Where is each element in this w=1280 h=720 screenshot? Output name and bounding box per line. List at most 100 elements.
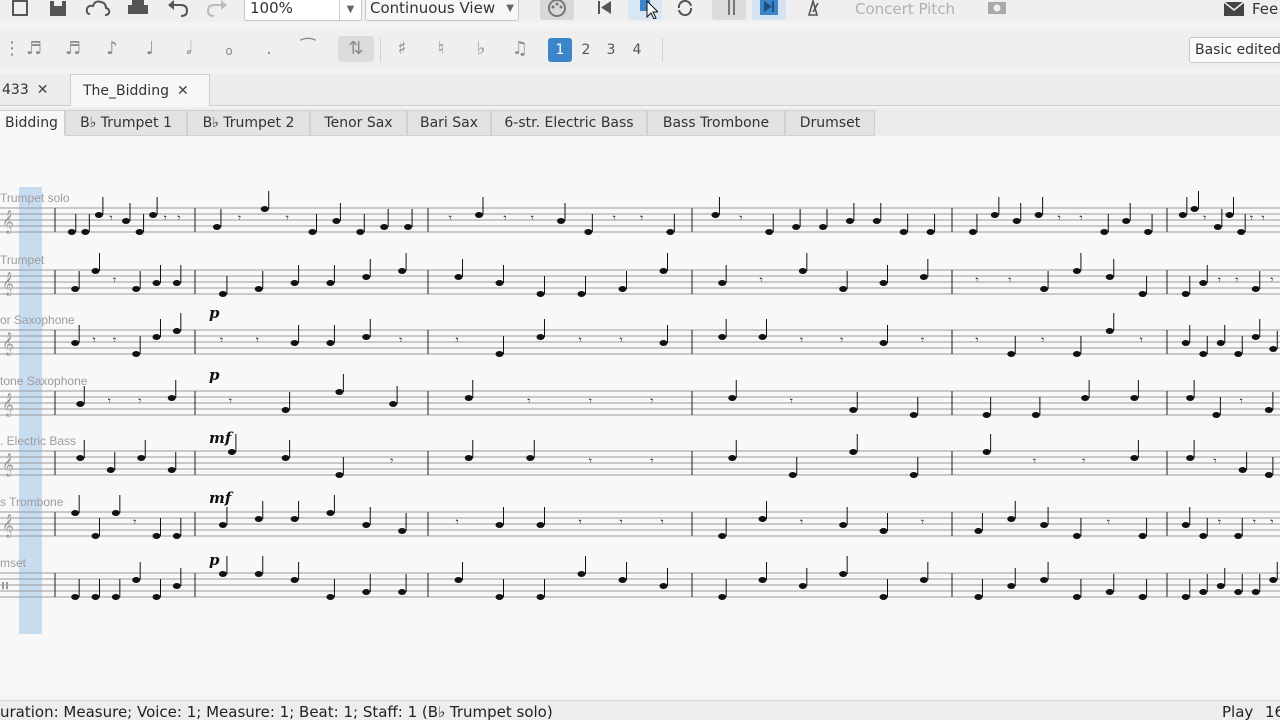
note-head — [1007, 583, 1016, 589]
rest: 𝄾 — [840, 333, 843, 347]
rest: 𝄾 — [1250, 211, 1253, 225]
undo-icon[interactable] — [166, 0, 190, 18]
rest: 𝄾 — [579, 515, 582, 529]
tab-part-score[interactable]: Bidding — [0, 110, 65, 136]
rest: 𝄾 — [800, 333, 803, 347]
loop-out-button[interactable] — [752, 0, 786, 20]
whole-note-icon[interactable]: o — [217, 44, 241, 58]
tab-part-electric-bass[interactable]: 6-str. Electric Bass — [491, 110, 647, 136]
score-canvas[interactable]: 𝄞 Trumpet solo 𝄾 𝄾 𝄾 𝄾 𝄾 𝄾 𝄾 𝄾 𝄾 𝄾 𝄾 𝄾 𝄾 𝄾 𝄾 𝄾 𝄞 Trumpet 𝄾 𝄾 𝄾… — [0, 137, 1280, 696]
note-head — [1251, 286, 1260, 292]
rewind-button[interactable] — [588, 0, 622, 20]
cloud-upload-icon[interactable] — [84, 0, 112, 18]
clef: 𝄥 — [2, 574, 8, 598]
tab-score-the-bidding[interactable]: The_Bidding ✕ — [70, 74, 210, 106]
note-head — [1072, 351, 1081, 357]
mail-icon[interactable] — [1222, 0, 1246, 18]
note-head — [67, 229, 76, 235]
rest: 𝄾 — [640, 211, 643, 225]
voice-2-button[interactable]: 2 — [574, 38, 598, 62]
note-head — [475, 212, 483, 218]
zoom-field[interactable]: 100% ▼ — [244, 0, 362, 21]
note-head — [1040, 577, 1049, 583]
voice-3-button[interactable]: 3 — [599, 38, 623, 62]
loop-button[interactable] — [668, 0, 702, 20]
dynamic-marking: mf — [209, 489, 234, 507]
note-head — [577, 571, 586, 577]
rest: 𝄾 — [760, 273, 763, 287]
close-icon[interactable]: ✕ — [177, 83, 189, 99]
dynamic-marking: p — [209, 304, 220, 322]
note-head — [254, 286, 263, 292]
augmentation-dot-icon[interactable]: . — [257, 38, 281, 59]
tab-part-bass-trombone[interactable]: Bass Trombone — [647, 110, 785, 136]
tab-part-trumpet-1[interactable]: B♭ Trumpet 1 — [65, 110, 187, 136]
workspace-select[interactable]: Basic edited — [1189, 37, 1280, 63]
sharp-icon[interactable]: ♯ — [390, 38, 414, 59]
status-mode: Play — [1222, 703, 1254, 720]
tab-score-433[interactable]: 433 ✕ — [0, 74, 70, 106]
note-head — [326, 340, 335, 346]
rest: 𝄾 — [579, 333, 582, 347]
voice-1-button[interactable]: 1 — [548, 38, 572, 62]
note-head — [71, 286, 80, 292]
voice-4-button[interactable]: 4 — [625, 38, 649, 62]
concert-pitch-toggle[interactable]: Concert Pitch — [855, 0, 955, 18]
new-score-icon[interactable] — [8, 0, 32, 18]
chevron-down-icon[interactable]: ▼ — [339, 0, 361, 20]
note-head — [1181, 291, 1190, 297]
close-icon[interactable]: ✕ — [37, 82, 49, 98]
note-head — [1031, 412, 1040, 418]
tie-icon[interactable]: ⁀ — [296, 38, 320, 59]
note-head — [132, 577, 141, 583]
note-head — [111, 510, 120, 516]
tab-part-trumpet-2[interactable]: B♭ Trumpet 2 — [187, 110, 310, 136]
voice-icon[interactable]: ♫ — [508, 38, 532, 59]
note-head — [659, 583, 668, 589]
flip-direction-icon[interactable]: ⇅ — [338, 36, 374, 62]
image-capture-button[interactable] — [980, 0, 1014, 20]
midi-input-button[interactable] — [540, 0, 574, 20]
rest: 𝄾 — [390, 454, 393, 468]
half-note-icon[interactable]: 𝅗𝅥 — [177, 38, 201, 59]
thirtysecond-note-icon[interactable]: ♬ — [61, 38, 85, 59]
note-head — [990, 212, 999, 218]
note-head — [819, 224, 827, 230]
rest: 𝄾 — [399, 333, 402, 347]
print-icon[interactable] — [126, 0, 150, 18]
note-head — [758, 577, 767, 583]
tab-part-drumset[interactable]: Drumset — [785, 110, 875, 136]
feedback-link[interactable]: Fee — [1252, 0, 1278, 18]
note-head — [1216, 340, 1225, 346]
note-head — [152, 594, 161, 600]
staff-name: Trumpet solo — [0, 191, 70, 205]
note-head — [666, 229, 675, 235]
note-head — [849, 449, 858, 455]
note-head — [1251, 334, 1260, 340]
grip-handle-icon[interactable]: ⋮ — [0, 38, 24, 59]
metronome-button[interactable] — [796, 0, 830, 20]
note-head — [1007, 351, 1016, 357]
loop-in-button[interactable] — [712, 0, 746, 20]
note-head — [919, 274, 928, 280]
view-mode-select[interactable]: Continuous View ▼ — [365, 0, 519, 21]
note-head — [536, 291, 545, 297]
note-head — [1072, 268, 1081, 274]
quarter-note-icon[interactable]: ♩ — [138, 38, 162, 59]
note-head — [1186, 395, 1195, 401]
note-head — [172, 280, 181, 286]
note-head — [281, 407, 290, 413]
tab-part-tenor-sax[interactable]: Tenor Sax — [310, 110, 407, 136]
save-icon[interactable] — [46, 0, 70, 18]
redo-icon[interactable] — [205, 0, 229, 18]
flat-icon[interactable]: ♭ — [469, 38, 493, 59]
natural-icon[interactable]: ♮ — [429, 38, 453, 59]
note-head — [1269, 346, 1278, 352]
tab-part-bari-sax[interactable]: Bari Sax — [407, 110, 491, 136]
sixtyfourth-note-icon[interactable]: ♬ — [22, 38, 46, 59]
play-button[interactable] — [628, 0, 662, 20]
note-head — [227, 449, 236, 455]
score-view[interactable]: 𝄞 Trumpet solo 𝄾 𝄾 𝄾 𝄾 𝄾 𝄾 𝄾 𝄾 𝄾 𝄾 𝄾 𝄾 𝄾 𝄾 𝄾 𝄾 𝄞 Trumpet 𝄾 𝄾 𝄾… — [0, 137, 1280, 696]
rest: 𝄾 — [133, 515, 136, 529]
eighth-note-icon[interactable]: ♪ — [100, 38, 124, 59]
